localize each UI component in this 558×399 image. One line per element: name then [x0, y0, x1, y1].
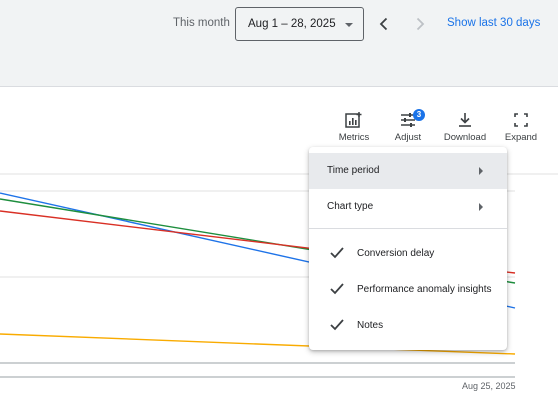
expand-label: Expand: [504, 132, 538, 143]
submenu-arrow-icon: [479, 167, 483, 175]
menu-item-label: Conversion delay: [357, 248, 435, 259]
x-axis-tick-label: Aug 25, 2025: [462, 381, 516, 391]
download-button[interactable]: Download: [437, 112, 493, 148]
adjust-label: Adjust: [394, 132, 422, 143]
fullscreen-icon: [514, 113, 528, 127]
checkmark-icon: [330, 319, 344, 331]
submenu-arrow-icon: [479, 203, 483, 211]
metrics-label: Metrics: [338, 132, 370, 143]
metrics-button[interactable]: Metrics: [326, 112, 382, 148]
adjust-count-badge: 3: [413, 109, 425, 121]
menu-item-performance-anomaly-insights[interactable]: Performance anomaly insights: [309, 272, 507, 308]
download-label: Download: [443, 132, 487, 143]
checkmark-icon: [330, 247, 344, 259]
expand-button[interactable]: Expand: [493, 112, 549, 148]
adjust-button[interactable]: 3 Adjust: [380, 109, 436, 148]
menu-divider: [309, 228, 507, 229]
menu-item-label: Time period: [327, 165, 380, 176]
menu-item-notes[interactable]: Notes: [309, 308, 507, 344]
checkmark-icon: [330, 283, 344, 295]
menu-item-chart-type[interactable]: Chart type: [309, 189, 507, 225]
menu-item-conversion-delay[interactable]: Conversion delay: [309, 236, 507, 272]
menu-item-label: Notes: [357, 320, 384, 331]
adjust-menu: Time period Chart type Conversion delay …: [309, 147, 507, 350]
metrics-icon: [345, 112, 362, 128]
download-icon: [459, 113, 471, 127]
menu-item-time-period[interactable]: Time period: [309, 153, 507, 189]
menu-item-label: Chart type: [327, 201, 374, 212]
menu-item-label: Performance anomaly insights: [357, 284, 492, 295]
